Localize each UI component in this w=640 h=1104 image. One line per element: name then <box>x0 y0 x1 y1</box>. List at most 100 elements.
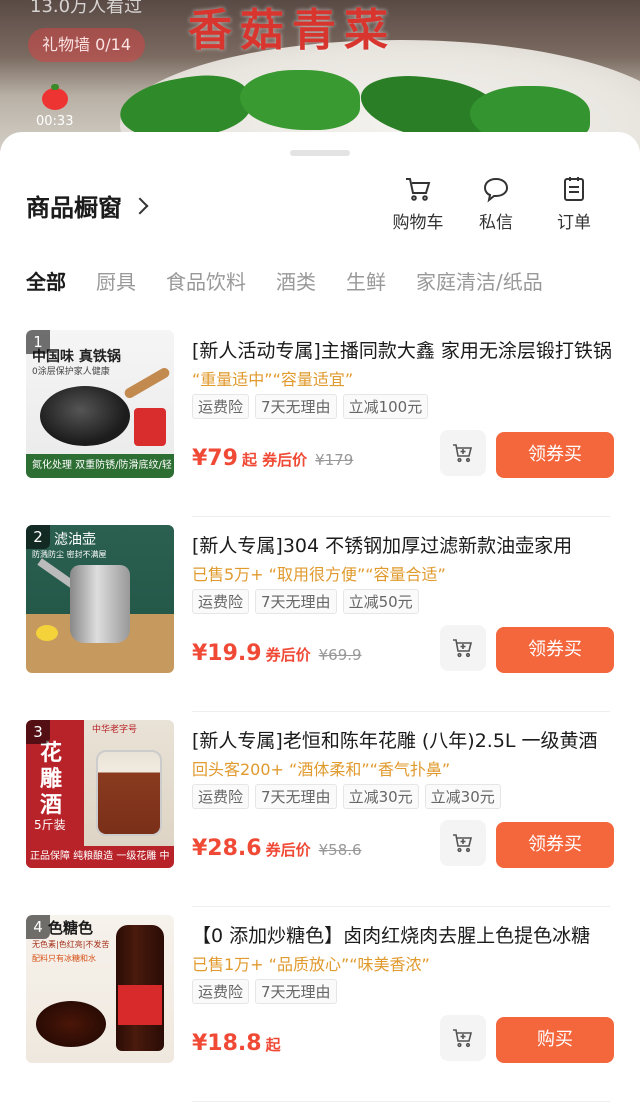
price-row: ¥19.9 券后价 ¥69.9 <box>192 641 362 666</box>
tab-food-drink[interactable]: 食品饮料 <box>166 266 246 295</box>
rank-badge: 2 <box>26 525 50 549</box>
product-showcase-sheet: 商品橱窗 购物车 私信 订单 全部 厨具 食品饮料 酒类 生鲜 家庭清洁/纸品 … <box>0 132 640 1104</box>
service-tag: 运费险 <box>192 394 250 419</box>
coupon-buy-button[interactable]: 领券买 <box>496 627 614 673</box>
video-timecode: 00:33 <box>36 114 74 129</box>
service-tag: 运费险 <box>192 784 250 809</box>
add-cart-icon <box>453 834 473 853</box>
rank-badge: 1 <box>26 330 50 354</box>
add-to-cart-button[interactable] <box>440 1015 486 1061</box>
tomato-icon <box>42 84 68 110</box>
price-suffix: 券后价 <box>265 646 311 664</box>
tab-liquor[interactable]: 酒类 <box>276 266 316 295</box>
service-tags: 运费险 7天无理由 立减30元 立减30元 <box>192 784 501 809</box>
price-suffix: 起 券后价 <box>241 451 308 469</box>
product-highlights: 回头客200+ “酒体柔和”“香气扑鼻” <box>192 760 451 779</box>
service-tag: 7天无理由 <box>255 394 337 419</box>
product-item[interactable]: 1 中国味 真铁锅 0涂层保护家人健康 氮化处理 双重防锈/防滑底纹/轻便款 [… <box>0 322 640 517</box>
service-tag: 运费险 <box>192 979 250 1004</box>
service-tag: 7天无理由 <box>255 589 337 614</box>
thumb-caption-secondary: 无色素|色红亮|不发苦 <box>32 940 110 949</box>
add-cart-icon <box>453 639 473 658</box>
service-tags: 运费险 7天无理由 立减50元 <box>192 589 419 614</box>
buy-button[interactable]: 购买 <box>496 1017 614 1063</box>
add-cart-icon <box>453 1029 473 1048</box>
service-tags: 运费险 7天无理由 <box>192 979 337 1004</box>
coupon-buy-button[interactable]: 领券买 <box>496 432 614 478</box>
service-tag: 立减30元 <box>424 784 501 809</box>
showcase-title-text: 商品橱窗 <box>26 194 122 222</box>
rank-badge: 3 <box>26 720 50 744</box>
category-tabs: 全部 厨具 食品饮料 酒类 生鲜 家庭清洁/纸品 <box>26 266 543 295</box>
tab-all[interactable]: 全部 <box>26 266 66 295</box>
order-icon <box>564 177 584 201</box>
price-row: ¥18.8 起 <box>192 1031 281 1056</box>
product-thumbnail[interactable]: 4 色糖色 无色素|色红亮|不发苦 配料只有冰糖和水 <box>26 915 174 1063</box>
add-to-cart-button[interactable] <box>440 820 486 866</box>
price: ¥79 <box>192 446 238 471</box>
video-dish-title: 香菇青菜 <box>188 5 396 56</box>
product-highlights: 已售5万+ “取用很方便”“容量合适” <box>192 565 446 584</box>
gift-wall-button[interactable]: 礼物墙 0/14 <box>28 28 146 62</box>
coupon-buy-button[interactable]: 领券买 <box>496 822 614 868</box>
product-title[interactable]: [新人专属]老恒和陈年花雕 (八年)2.5L 一级黄酒 <box>192 726 612 753</box>
service-tag: 7天无理由 <box>255 979 337 1004</box>
service-tag: 立减100元 <box>342 394 429 419</box>
service-tag: 立减50元 <box>342 589 419 614</box>
service-tags: 运费险 7天无理由 立减100元 <box>192 394 429 419</box>
original-price: ¥69.9 <box>318 646 362 664</box>
product-title[interactable]: [新人活动专属]主播同款大鑫 家用无涂层锻打铁锅 <box>192 336 612 363</box>
product-thumbnail[interactable]: 1 中国味 真铁锅 0涂层保护家人健康 氮化处理 双重防锈/防滑底纹/轻便款 <box>26 330 174 478</box>
price-suffix: 起 <box>265 1036 281 1054</box>
lemon-image <box>36 625 58 641</box>
product-item[interactable]: 3 中华老字号 花雕酒 5斤装 正品保障 纯粮酿造 一级花雕 中华老字号 百年品… <box>0 712 640 907</box>
product-title[interactable]: [新人专属]304 不锈钢加厚过滤新款油壶家用 <box>192 531 612 558</box>
service-tag: 立减30元 <box>342 784 419 809</box>
thumb-badge: 氮化处理 双重防锈/防滑底纹/轻便款 <box>26 454 174 478</box>
cart-label: 购物车 <box>392 213 444 233</box>
product-highlights: 已售1万+ “品质放心”“味美香浓” <box>192 955 430 974</box>
original-price: ¥58.6 <box>318 841 362 859</box>
rank-badge: 4 <box>26 915 50 939</box>
viewer-count: 13.0万人看过 <box>30 0 143 17</box>
product-item[interactable]: 4 色糖色 无色素|色红亮|不发苦 配料只有冰糖和水 【0 添加炒糖色】卤肉红烧… <box>0 907 640 1102</box>
add-to-cart-button[interactable] <box>440 625 486 671</box>
thumb-bottom-banner: 正品保障 纯粮酿造 一级花雕 中华老字号 百年品牌 <box>26 846 174 868</box>
price: ¥19.9 <box>192 641 262 666</box>
syrup-spoon-image <box>36 1001 106 1047</box>
order-button[interactable]: 订单 <box>546 174 602 233</box>
product-list: 1 中国味 真铁锅 0涂层保护家人健康 氮化处理 双重防锈/防滑底纹/轻便款 [… <box>0 322 640 1102</box>
sheet-drag-handle[interactable] <box>290 150 350 156</box>
thumb-caption-tertiary: 配料只有冰糖和水 <box>32 954 96 963</box>
service-tag: 7天无理由 <box>255 784 337 809</box>
wine-jug-image <box>96 750 162 836</box>
product-thumbnail[interactable]: 2 滤油壶 防溅防尘 密封不满屋 <box>26 525 174 673</box>
product-box-image <box>134 408 166 446</box>
order-label: 订单 <box>557 213 591 233</box>
thumb-caption: 花雕酒 <box>40 740 63 818</box>
thumb-caption: 滤油壶 <box>54 532 96 548</box>
service-tag: 运费险 <box>192 589 250 614</box>
price: ¥28.6 <box>192 836 262 861</box>
message-label: 私信 <box>479 213 513 233</box>
thumb-caption-secondary: 0涂层保护家人健康 <box>32 367 110 377</box>
thumb-top-caption: 中华老字号 <box>92 725 138 735</box>
chevron-right-icon <box>131 197 149 214</box>
thumb-caption: 色糖色 <box>48 919 94 937</box>
price-row: ¥79 起 券后价 ¥179 <box>192 446 353 471</box>
add-to-cart-button[interactable] <box>440 430 486 476</box>
product-item[interactable]: 2 滤油壶 防溅防尘 密封不满屋 [新人专属]304 不锈钢加厚过滤新款油壶家用… <box>0 517 640 712</box>
cart-button[interactable]: 购物车 <box>390 174 446 233</box>
cart-icon <box>406 178 431 201</box>
tab-cookware[interactable]: 厨具 <box>96 266 136 295</box>
price: ¥18.8 <box>192 1031 262 1056</box>
showcase-title[interactable]: 商品橱窗 <box>26 188 149 223</box>
tab-cleaning-paper[interactable]: 家庭清洁/纸品 <box>416 266 543 295</box>
tab-fresh[interactable]: 生鲜 <box>346 266 386 295</box>
product-thumbnail[interactable]: 3 中华老字号 花雕酒 5斤装 正品保障 纯粮酿造 一级花雕 中华老字号 百年品… <box>26 720 174 868</box>
product-title[interactable]: 【0 添加炒糖色】卤肉红烧肉去腥上色提色冰糖 <box>192 921 612 948</box>
oil-pot-image <box>70 565 130 643</box>
product-highlights: “重量适中”“容量适宜” <box>192 370 354 389</box>
wok-image <box>40 386 130 446</box>
message-button[interactable]: 私信 <box>468 174 524 233</box>
